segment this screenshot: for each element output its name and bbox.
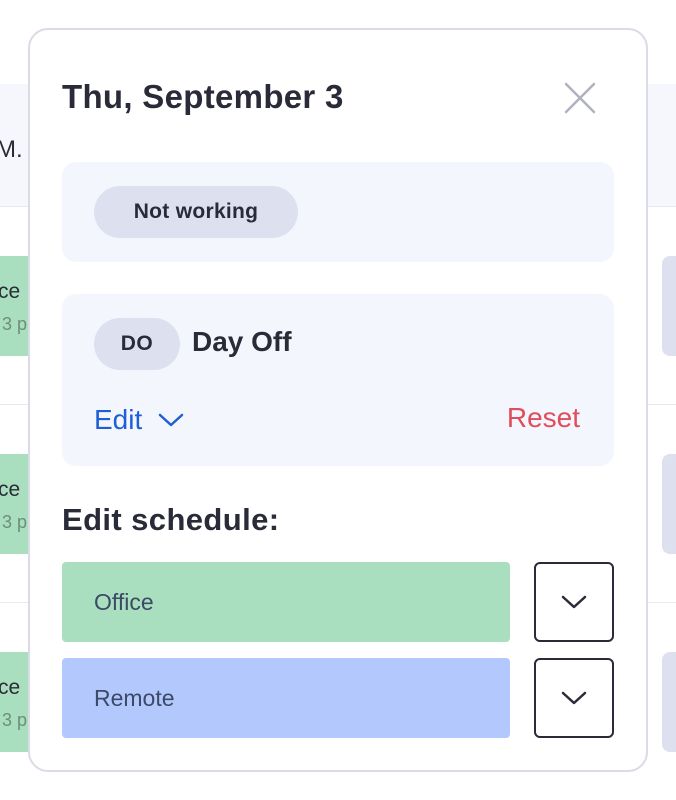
schedule-option-label: Office [94, 589, 154, 615]
day-detail-modal: Thu, September 3 Not working DO Day Off … [28, 28, 648, 772]
edit-button[interactable]: Edit [94, 402, 184, 438]
day-off-code-badge: DO [94, 318, 180, 370]
office-dropdown-button[interactable] [534, 562, 614, 642]
background-right-cell[interactable] [662, 256, 676, 356]
status-badge: Not working [94, 186, 298, 238]
edit-schedule-title: Edit schedule: [62, 502, 280, 537]
close-button[interactable] [560, 78, 600, 118]
background-cell-title: ce [0, 676, 21, 699]
modal-title: Thu, September 3 [62, 78, 344, 115]
background-right-cell[interactable] [662, 652, 676, 752]
day-off-label: Day Off [192, 326, 292, 357]
background-cell-title: ce [0, 280, 21, 303]
background-cell-title: ce [0, 478, 21, 501]
status-card: Not working [62, 162, 614, 262]
schedule-option-label: Remote [94, 685, 175, 711]
reset-button[interactable]: Reset [507, 402, 580, 434]
chevron-down-icon [561, 595, 587, 609]
day-off-card: DO Day Off Edit Reset [62, 294, 614, 466]
background-cell-subtitle: 3 p [2, 710, 28, 730]
background-cell-subtitle: 3 p [2, 512, 28, 532]
chevron-down-icon [159, 413, 184, 427]
schedule-option-remote[interactable]: Remote [62, 658, 510, 738]
background-right-cell[interactable] [662, 454, 676, 554]
chevron-down-icon [561, 691, 587, 705]
schedule-option-office[interactable]: Office [62, 562, 510, 642]
remote-dropdown-button[interactable] [534, 658, 614, 738]
edit-label: Edit [94, 404, 143, 435]
close-icon [564, 82, 596, 114]
background-cell-subtitle: 3 p [2, 314, 28, 334]
